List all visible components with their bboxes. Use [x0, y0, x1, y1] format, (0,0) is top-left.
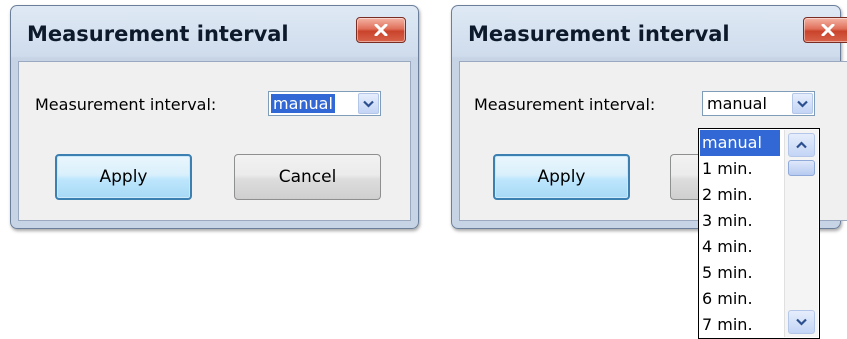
- scroll-up-button[interactable]: [788, 133, 815, 157]
- measurement-interval-dialog: Measurement interval Measurement interva…: [10, 5, 419, 229]
- apply-button[interactable]: Apply: [493, 154, 630, 200]
- dropdown-option[interactable]: 4 min.: [700, 234, 780, 260]
- dropdown-option[interactable]: 6 min.: [700, 286, 780, 312]
- measurement-interval-combobox[interactable]: manual: [268, 91, 381, 116]
- dropdown-option[interactable]: 5 min.: [700, 260, 780, 286]
- measurement-interval-combobox[interactable]: manual: [702, 91, 815, 116]
- combobox-selected-value: manual: [707, 94, 767, 113]
- dialog-title: Measurement interval: [27, 22, 289, 46]
- dropdown-option[interactable]: 1 min.: [700, 156, 780, 182]
- chevron-down-icon: [797, 100, 808, 108]
- scroll-down-button[interactable]: [788, 310, 815, 334]
- scrollbar-thumb[interactable]: [788, 160, 815, 176]
- chevron-up-icon: [796, 141, 807, 149]
- close-button[interactable]: [356, 17, 406, 43]
- dialog-title: Measurement interval: [468, 22, 730, 46]
- dropdown-option[interactable]: 3 min.: [700, 208, 780, 234]
- combobox-selected-value: manual: [271, 94, 335, 113]
- apply-button[interactable]: Apply: [55, 154, 192, 200]
- measurement-interval-label: Measurement interval:: [474, 95, 656, 114]
- cancel-button[interactable]: Cancel: [234, 154, 381, 200]
- chevron-down-icon: [796, 318, 807, 326]
- close-button[interactable]: [803, 17, 847, 43]
- dropdown-toggle[interactable]: [792, 93, 813, 114]
- dropdown-toggle[interactable]: [358, 93, 379, 114]
- close-icon: [821, 24, 835, 36]
- dropdown-option[interactable]: 2 min.: [700, 182, 780, 208]
- measurement-interval-label: Measurement interval:: [35, 95, 217, 114]
- dialog-client-area: Measurement interval: manual Apply Cance…: [18, 61, 411, 221]
- dropdown-option[interactable]: 7 min.: [700, 312, 780, 338]
- dropdown-option[interactable]: manual: [700, 130, 780, 156]
- close-icon: [374, 24, 388, 36]
- measurement-interval-dropdown-list[interactable]: manual 1 min. 2 min. 3 min. 4 min. 5 min…: [698, 128, 820, 339]
- dropdown-scrollbar[interactable]: [784, 130, 818, 337]
- chevron-down-icon: [363, 100, 374, 108]
